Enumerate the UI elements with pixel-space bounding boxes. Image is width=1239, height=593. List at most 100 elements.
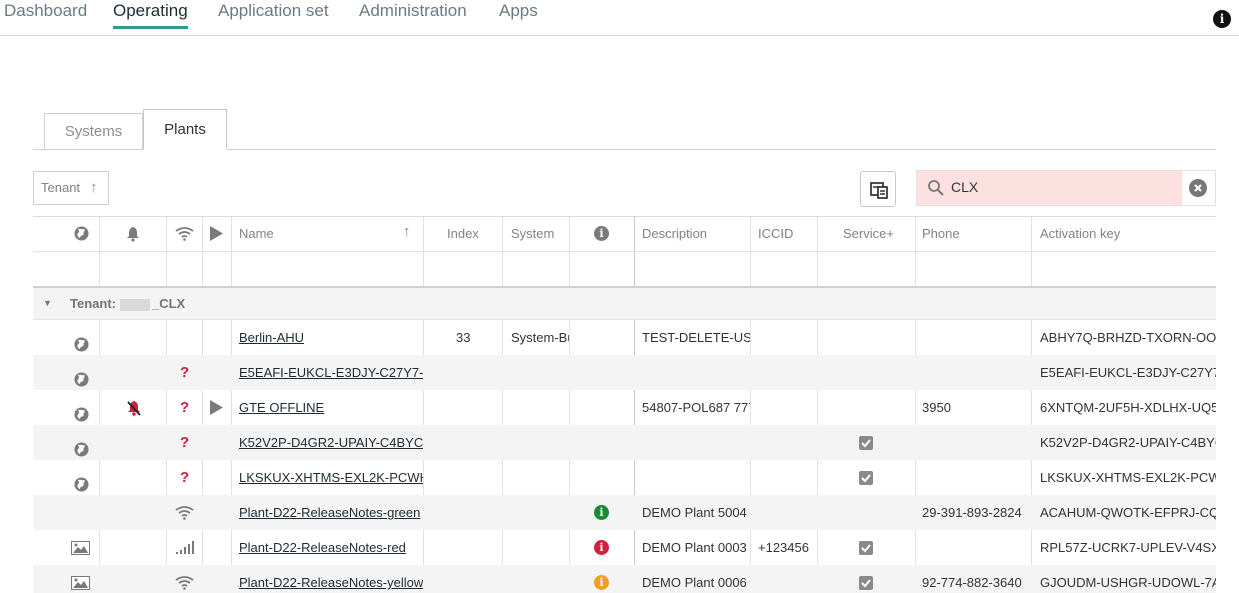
- nav-application-set[interactable]: Application set: [218, 0, 329, 30]
- index-cell: [456, 530, 496, 565]
- info-status-icon[interactable]: i: [594, 505, 609, 520]
- wifi-icon: [175, 576, 194, 590]
- header-phone[interactable]: Phone: [922, 217, 960, 251]
- alarm-bell-icon[interactable]: [125, 399, 143, 417]
- service-checkbox[interactable]: [859, 436, 873, 450]
- tab-plants[interactable]: Plants: [143, 109, 227, 150]
- table-row[interactable]: Plant-D22-ReleaseNotes-green i DEMO Plant …: [33, 495, 1216, 530]
- table-row[interactable]: Plant-D22-ReleaseNotes-yellow i DEMO Plant…: [33, 565, 1216, 593]
- globe-icon: [74, 365, 89, 387]
- plants-table: Name ↑ Index System i Description ICCID …: [33, 216, 1216, 593]
- header-description[interactable]: Description: [642, 217, 707, 251]
- system-cell: [511, 495, 569, 530]
- plant-name-link[interactable]: Plant-D22-ReleaseNotes-red: [239, 530, 423, 565]
- globe-icon: [74, 470, 89, 492]
- plant-name-link[interactable]: Berlin-AHU: [239, 320, 423, 355]
- phone-cell: 3950: [922, 400, 951, 415]
- index-cell: [456, 425, 496, 460]
- header-system[interactable]: System: [511, 217, 554, 251]
- image-icon[interactable]: [71, 576, 90, 590]
- header-name[interactable]: Name ↑: [239, 217, 419, 251]
- system-cell: [511, 355, 569, 390]
- iccid-cell: +123456: [758, 540, 809, 555]
- iccid-cell: [758, 390, 817, 425]
- collapse-caret-icon[interactable]: ▼: [43, 288, 52, 319]
- search-input[interactable]: [951, 179, 1151, 195]
- redacted-tenant-name: [119, 298, 150, 311]
- tenant-group-button[interactable]: Tenant ↑: [33, 171, 109, 205]
- description-cell: [642, 355, 750, 390]
- phone-cell: [922, 320, 1031, 355]
- bell-icon[interactable]: [125, 226, 141, 242]
- header-activation-key[interactable]: Activation key: [1040, 217, 1120, 251]
- service-checkbox[interactable]: [859, 541, 873, 555]
- wifi-icon[interactable]: [175, 226, 194, 241]
- play-icon[interactable]: [209, 226, 224, 241]
- header-iccid[interactable]: ICCID: [758, 217, 793, 251]
- clear-search-icon[interactable]: [1189, 179, 1207, 197]
- system-cell: System-Bu: [511, 330, 569, 345]
- activation-key-cell: LKSKUX-XHTMS-EXL2K-PCWHL-: [1040, 470, 1216, 485]
- info-status-icon[interactable]: i: [594, 575, 609, 590]
- service-checkbox[interactable]: [859, 471, 873, 485]
- play-icon[interactable]: [209, 400, 224, 415]
- phone-cell: [922, 460, 1031, 495]
- table-row[interactable]: ? LKSKUX-XHTMS-EXL2K-PCWHL-3 LKSKUX-XHTMS-…: [33, 460, 1216, 495]
- header-service[interactable]: Service+: [843, 217, 894, 251]
- column-chooser-button[interactable]: [860, 171, 896, 207]
- activation-key-cell: K52V2P-D4GR2-UPAIY-C4BYC-A: [1040, 435, 1216, 450]
- phone-cell: 92-774-882-3640: [922, 575, 1022, 590]
- table-row[interactable]: ? E5EAFI-EUKCL-E3DJY-C27Y7-QV( E5EAFI-EUKC…: [33, 355, 1216, 390]
- index-cell: [456, 565, 496, 593]
- globe-icon: [74, 330, 89, 352]
- globe-icon: [74, 400, 89, 422]
- description-cell: TEST-DELETE-USER: [642, 330, 750, 345]
- system-cell: [511, 460, 569, 495]
- iccid-cell: [758, 460, 817, 495]
- nav-administration[interactable]: Administration: [359, 0, 467, 30]
- activation-key-cell: 6XNTQM-2UF5H-XDLHX-UQ527: [1040, 400, 1216, 415]
- system-cell: [511, 425, 569, 460]
- plant-name-link[interactable]: K52V2P-D4GR2-UPAIY-C4BYC-AC: [239, 425, 423, 460]
- service-checkbox[interactable]: [859, 576, 873, 590]
- info-column-icon[interactable]: i: [594, 226, 609, 241]
- unknown-status-icon: ?: [180, 364, 190, 381]
- description-cell: DEMO Plant 0003: [642, 540, 747, 555]
- activation-key-cell: E5EAFI-EUKCL-E3DJY-C27Y7-QV: [1040, 365, 1216, 380]
- index-cell: [456, 390, 496, 425]
- phone-cell: 29-391-893-2824: [922, 505, 1022, 520]
- unknown-status-icon: ?: [180, 469, 190, 486]
- tenant-group-label: Tenant: [41, 180, 81, 195]
- wifi-icon: [175, 506, 194, 520]
- table-row[interactable]: ? K52V2P-D4GR2-UPAIY-C4BYC-AC K52V2P-D4GR2…: [33, 425, 1216, 460]
- activation-key-cell: ACAHUM-QWOTK-EFPRJ-CQI4H: [1040, 505, 1216, 520]
- plant-name-link[interactable]: Plant-D22-ReleaseNotes-yellow: [239, 565, 423, 593]
- phone-cell: [922, 530, 1031, 565]
- search-box: [916, 170, 1216, 206]
- tab-systems[interactable]: Systems: [44, 113, 143, 149]
- unknown-status-icon: ?: [180, 434, 190, 451]
- nav-dashboard[interactable]: Dashboard: [4, 0, 87, 30]
- tenant-group-row[interactable]: ▼ Tenant: _CLX: [33, 288, 1216, 320]
- table-row[interactable]: ? GTE OFFLINE 54807-POL687 777 3950 6XNTQM-2…: [33, 390, 1216, 425]
- header-index[interactable]: Index: [447, 217, 479, 251]
- system-cell: [511, 565, 569, 593]
- info-icon[interactable]: i: [1213, 10, 1231, 28]
- plant-name-link[interactable]: Plant-D22-ReleaseNotes-green: [239, 495, 423, 530]
- unknown-status-icon: ?: [180, 399, 190, 416]
- activation-key-cell: ABHY7Q-BRHZD-TXORN-OOFIA-: [1040, 330, 1216, 345]
- info-status-icon[interactable]: i: [594, 540, 609, 555]
- system-cell: [511, 390, 569, 425]
- plant-name-link[interactable]: LKSKUX-XHTMS-EXL2K-PCWHL-3: [239, 460, 423, 495]
- nav-apps[interactable]: Apps: [499, 0, 538, 30]
- active-nav-indicator: [113, 26, 188, 29]
- globe-icon: [74, 435, 89, 457]
- table-row[interactable]: Plant-D22-ReleaseNotes-red i DEMO Plant 00…: [33, 530, 1216, 565]
- plant-name-link[interactable]: GTE OFFLINE: [239, 390, 423, 425]
- plant-name-link[interactable]: E5EAFI-EUKCL-E3DJY-C27Y7-QV(: [239, 355, 423, 390]
- sort-ascending-icon: ↑: [90, 179, 98, 196]
- globe-icon[interactable]: [74, 226, 89, 241]
- table-row[interactable]: Berlin-AHU 33 System-Bu TEST-DELETE-USER ABH…: [33, 320, 1216, 355]
- phone-cell: [922, 425, 1031, 460]
- image-icon[interactable]: [71, 541, 90, 555]
